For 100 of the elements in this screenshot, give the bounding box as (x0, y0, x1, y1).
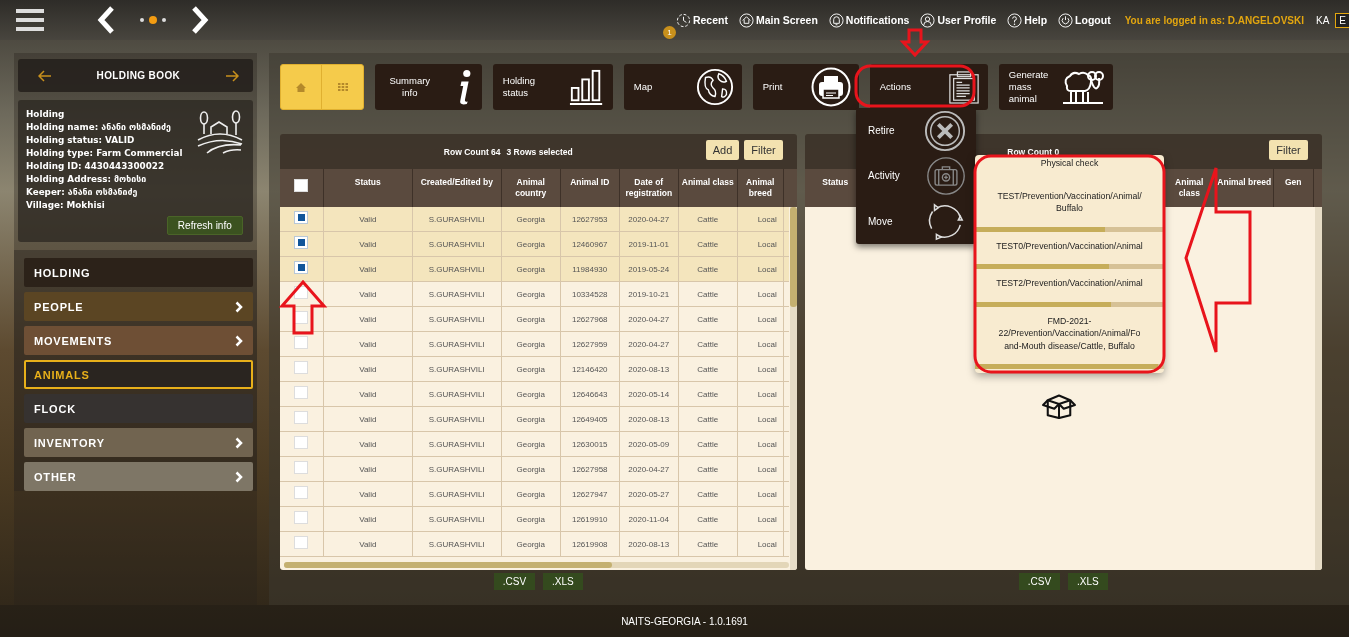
forward-icon[interactable] (190, 5, 210, 35)
table-row[interactable]: Valid S.GURASHVILI Georgia 12649405 2020-08-13 Cattle Local (279, 407, 789, 432)
table-action-button[interactable]: Add (705, 140, 740, 160)
table-cell: Georgia (501, 382, 561, 406)
nav-link[interactable]: User Profile (920, 12, 997, 28)
toolbar-button[interactable]: Summary info (374, 64, 482, 110)
table-row[interactable]: Valid S.GURASHVILI Georgia 12627968 2020-04-27 Cattle Local (279, 307, 789, 332)
arrow-right-icon[interactable] (224, 69, 239, 82)
scrollbar[interactable] (789, 207, 797, 570)
info-line: Village: Mokhisi (26, 199, 106, 212)
column-header[interactable]: Gen (1273, 169, 1314, 207)
row-checkbox[interactable] (294, 486, 309, 499)
row-checkbox[interactable] (294, 336, 309, 349)
refresh-button[interactable]: Refresh info (166, 216, 243, 235)
table-cell: 2019-10-21 (619, 282, 679, 306)
table-cell: Valid (323, 207, 413, 231)
sidebar-menu-item[interactable]: OTHER (24, 462, 253, 491)
table-cell: Georgia (501, 332, 561, 356)
row-checkbox[interactable] (294, 436, 309, 449)
row-checkbox[interactable] (294, 411, 309, 424)
table-row[interactable]: Valid S.GURASHVILI Georgia 11984930 2019-05-24 Cattle Local (279, 257, 789, 282)
language-code[interactable]: KA (1316, 14, 1330, 26)
export-button[interactable]: .CSV (1018, 573, 1061, 590)
language-select[interactable]: E (1335, 12, 1349, 28)
row-checkbox[interactable] (294, 386, 309, 399)
export-button[interactable]: .CSV (493, 573, 536, 590)
table-cell: Local (737, 507, 784, 531)
table-cell: Cattle (678, 482, 738, 506)
table-cell: Valid (323, 357, 413, 381)
activity-option[interactable]: Physical check (975, 155, 1164, 182)
arrow-left-icon[interactable] (38, 69, 52, 82)
table-cell: Georgia (501, 532, 561, 556)
sidebar-menu-item[interactable]: MOVEMENTS (24, 326, 253, 355)
toolbar-button[interactable]: Print (752, 64, 859, 110)
chevron-right-icon (234, 334, 243, 347)
table-row[interactable]: Valid S.GURASHVILI Georgia 12627959 2020-04-27 Cattle Local (279, 332, 789, 357)
table-row[interactable]: Valid S.GURASHVILI Georgia 12619908 2020-08-13 Cattle Local (279, 532, 789, 557)
sidebar-menu-item[interactable]: HOLDING (24, 258, 253, 287)
back-icon[interactable] (96, 5, 116, 35)
column-header[interactable]: Animal breed (1215, 169, 1274, 207)
row-checkbox[interactable] (294, 511, 309, 524)
menu-icon[interactable] (16, 9, 44, 31)
export-button[interactable]: .XLS (1068, 573, 1108, 590)
sidebar-menu-item[interactable]: PEOPLE (24, 292, 253, 321)
row-checkbox[interactable] (294, 211, 309, 224)
table-cell: Cattle (678, 332, 738, 356)
activity-option[interactable]: TEST2/Prevention/Vaccination/Animal (975, 269, 1164, 302)
annotation-arrow (278, 279, 328, 335)
toolbar-button[interactable]: Generate mass animal (998, 64, 1113, 110)
table-row[interactable]: Valid S.GURASHVILI Georgia 12630015 2020-05-09 Cattle Local (279, 432, 789, 457)
table-cell: S.GURASHVILI (412, 532, 502, 556)
table-cell: Local (737, 357, 784, 381)
action-menu-item[interactable]: Retire (856, 108, 976, 154)
table-cell: Local (737, 307, 784, 331)
activity-option[interactable]: TEST/Prevention/Vaccination/Animal/ Buffalo (975, 181, 1164, 227)
row-checkbox[interactable] (294, 236, 309, 249)
table-cell: 12619910 (560, 507, 620, 531)
table-row[interactable]: Valid S.GURASHVILI Georgia 12627947 2020-05-27 Cattle Local (279, 482, 789, 507)
table-row[interactable]: Valid S.GURASHVILI Georgia 12627958 2020-04-27 Cattle Local (279, 457, 789, 482)
sidebar-menu-item[interactable]: INVENTORY (24, 428, 253, 457)
sidebar-menu-item[interactable]: FLOCK (24, 394, 253, 423)
table-cell: 2020-04-27 (619, 332, 679, 356)
table-cell: S.GURASHVILI (412, 307, 502, 331)
table-cell: S.GURASHVILI (412, 282, 502, 306)
table-row[interactable]: Valid S.GURASHVILI Georgia 12460967 2019-11-01 Cattle Local (279, 232, 789, 257)
table-cell: S.GURASHVILI (412, 482, 502, 506)
info-line: Holding ID: 4430443300022 (26, 160, 166, 173)
table-cell: Local (737, 532, 784, 556)
table-cell: Valid (323, 482, 413, 506)
nav-link[interactable]: Notifications (828, 12, 910, 28)
table-cell: Valid (323, 432, 413, 456)
table-row[interactable]: Valid S.GURASHVILI Georgia 12619910 2020-11-04 Cattle Local (279, 507, 789, 532)
select-all-checkbox[interactable] (294, 179, 309, 192)
table-cell: Georgia (501, 457, 561, 481)
row-checkbox[interactable] (294, 361, 309, 374)
sidebar-menu-item[interactable]: ANIMALS (24, 360, 253, 389)
table-cell: Georgia (501, 257, 561, 281)
sidebar-title: HOLDING BOOK (96, 70, 181, 81)
table-action-button[interactable]: Filter (744, 140, 783, 160)
nav-link[interactable]: Recent (675, 12, 728, 28)
table-row[interactable]: Valid S.GURASHVILI Georgia 12627953 2020-04-27 Cattle Local (279, 207, 789, 232)
row-checkbox[interactable] (294, 461, 309, 474)
toolbar-button[interactable]: Holding status (492, 64, 613, 110)
row-checkbox[interactable] (294, 536, 309, 549)
nav-link[interactable]: Help (1007, 12, 1048, 28)
table-row[interactable]: Valid S.GURASHVILI Georgia 12146420 2020-08-13 Cattle Local (279, 357, 789, 382)
table-cell: S.GURASHVILI (412, 332, 502, 356)
export-button[interactable]: .XLS (543, 573, 583, 590)
scrollbar[interactable] (283, 562, 789, 568)
nav-link[interactable]: Main Screen (738, 12, 818, 28)
table-row[interactable]: Valid S.GURASHVILI Georgia 12646643 2020-05-14 Cattle Local (279, 382, 789, 407)
nav-link[interactable]: Logout (1058, 12, 1111, 28)
activity-option[interactable]: FMD-2021- 22/Prevention/Vaccination/Animal/Fo and-Mouth disease/Cattle, Buffalo (975, 306, 1164, 364)
table-cell: S.GURASHVILI (412, 507, 502, 531)
toolbar-button[interactable]: Map (623, 64, 742, 110)
table-action-button[interactable]: Filter (1269, 140, 1308, 160)
info-line: Holding status: VALID (26, 134, 136, 147)
activity-option[interactable]: TEST0/Prevention/Vaccination/Animal (975, 231, 1164, 264)
row-checkbox[interactable] (294, 261, 309, 274)
table-cell: 11984930 (560, 257, 620, 281)
